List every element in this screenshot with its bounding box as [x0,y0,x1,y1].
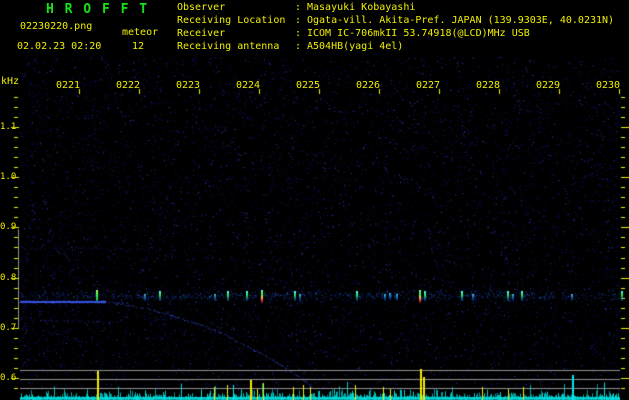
info-label: Receiver [177,28,226,39]
info-row-location: Receiving Location: Ogata-vill. Akita-Pre… [177,15,614,26]
y-axis-unit-label: kHz [1,76,20,87]
app-title: H R O F F T [46,2,149,17]
info-row-observer: Observer: Masayuki Kobayashi [177,2,415,13]
info-value: A504HB(yagi 4el) [307,41,404,52]
info-separator: : [295,2,302,13]
observation-mode: meteor [122,27,159,38]
output-filename: 02230220.png [20,21,93,32]
info-row-receiver: Receiver: ICOM IC-706mkII 53.74918(@LCD)M… [177,28,530,39]
observation-datetime: 02.02.23 02:20 [17,41,102,52]
info-label: Observer [177,2,226,13]
info-separator: : [295,41,302,52]
info-value: Ogata-vill. Akita-Pref. JAPAN (139.9303E… [307,15,615,26]
info-separator: : [295,28,302,39]
hrofft-screen: H R O F F T 02230220.png meteor 02.02.23… [0,0,629,400]
info-row-antenna: Receiving antenna: A504HB(yagi 4el) [177,41,403,52]
info-label: Receiving antenna [177,41,280,52]
spectrogram-canvas [0,0,629,400]
info-label: Receiving Location [177,15,286,26]
info-value: Masayuki Kobayashi [307,2,416,13]
info-separator: : [295,15,302,26]
meteor-count: 12 [132,41,145,52]
info-value: ICOM IC-706mkII 53.74918(@LCD)MHz USB [307,28,530,39]
